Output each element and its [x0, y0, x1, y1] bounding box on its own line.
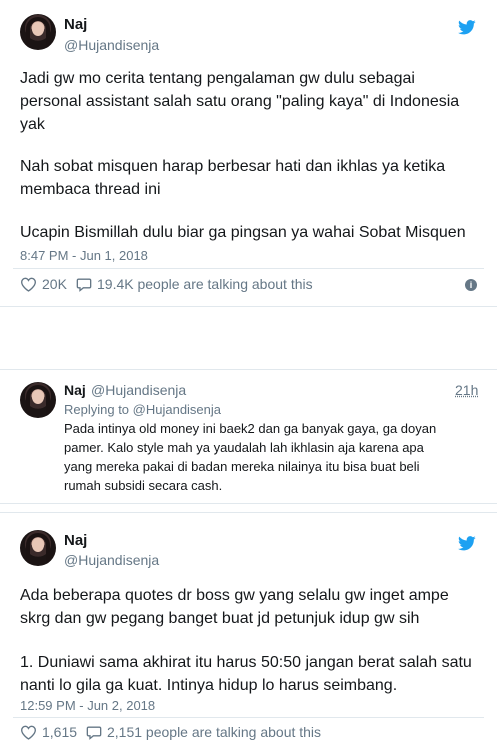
reply-tweet-card: Naj @Hujandisenja 21h Replying to @Hujan… — [0, 369, 497, 504]
tweet-text-line: Ucapin Bismillah dulu biar ga pingsan ya… — [20, 224, 466, 241]
author-name[interactable]: Naj — [64, 532, 87, 549]
twitter-bird-icon[interactable] — [458, 20, 476, 35]
tweet-text-line: skrg dan gw pegang banget buat jd petunj… — [20, 610, 420, 627]
avatar[interactable] — [20, 530, 56, 566]
like-count: 1,615 — [42, 724, 78, 740]
tweet-timestamp[interactable]: 8:47 PM - Jun 1, 2018 — [20, 248, 148, 263]
heart-icon — [20, 725, 37, 740]
tweet-text-line: 1. Duniawi sama akhirat itu harus 50:50 … — [20, 654, 472, 671]
like-button[interactable]: 1,615 — [20, 724, 77, 740]
avatar[interactable] — [20, 382, 56, 418]
reply-time[interactable]: 21h — [455, 382, 478, 398]
avatar[interactable] — [20, 14, 56, 50]
tweet-card-2: Naj @Hujandisenja Ada beberapa quotes dr… — [0, 512, 497, 752]
conversation-button[interactable]: 2,151 people are talking about this — [86, 724, 321, 740]
tweet-text-line: Ada beberapa quotes dr boss gw yang sela… — [20, 587, 449, 604]
speech-bubble-icon — [86, 726, 102, 740]
conversation-button[interactable]: 19.4K people are talking about this — [76, 276, 313, 292]
info-icon[interactable]: i — [465, 279, 477, 291]
tweet-text-line: Nah sobat misquen harap berbesar hati da… — [20, 158, 446, 175]
reply-text-line: Pada intinya old money ini baek2 dan ga … — [64, 421, 437, 436]
like-button[interactable]: 20K — [20, 276, 67, 292]
reply-text-line: pamer. Kalo style mah ya yaudalah lah ik… — [64, 440, 424, 455]
like-count: 20K — [42, 276, 67, 292]
tweet-text-line: membaca thread ini — [20, 181, 161, 198]
divider — [13, 717, 484, 718]
heart-icon — [20, 277, 37, 292]
author-handle[interactable]: @Hujandisenja — [64, 552, 159, 568]
tweet-card-1: Naj @Hujandisenja Jadi gw mo cerita tent… — [0, 0, 497, 307]
spacer — [0, 307, 497, 369]
divider — [13, 268, 484, 269]
tweet-timestamp[interactable]: 12:59 PM - Jun 2, 2018 — [20, 698, 155, 713]
tweet-text-line: yak — [20, 116, 45, 133]
author-handle[interactable]: @Hujandisenja — [91, 382, 186, 398]
tweet-text-line: Jadi gw mo cerita tentang pengalaman gw … — [20, 70, 415, 87]
author-name[interactable]: Naj — [64, 382, 86, 398]
talking-count: 19.4K people are talking about this — [97, 276, 313, 292]
twitter-bird-icon[interactable] — [458, 536, 476, 551]
speech-bubble-icon — [76, 278, 92, 292]
reply-text-line: rumah subsidi secara cash. — [64, 478, 223, 493]
talking-count: 2,151 people are talking about this — [107, 724, 322, 740]
author-name[interactable]: Naj — [64, 16, 87, 33]
reply-text-line: yang mereka pakai di badan mereka nilain… — [64, 459, 420, 474]
replying-to[interactable]: Replying to @Hujandisenja — [64, 402, 221, 417]
tweet-text-line: personal assistant salah satu orang "pal… — [20, 93, 460, 110]
author-handle[interactable]: @Hujandisenja — [64, 37, 159, 53]
tweet-text-line: nanti lo gila ga kuat. Intinya hidup lo … — [20, 677, 398, 694]
